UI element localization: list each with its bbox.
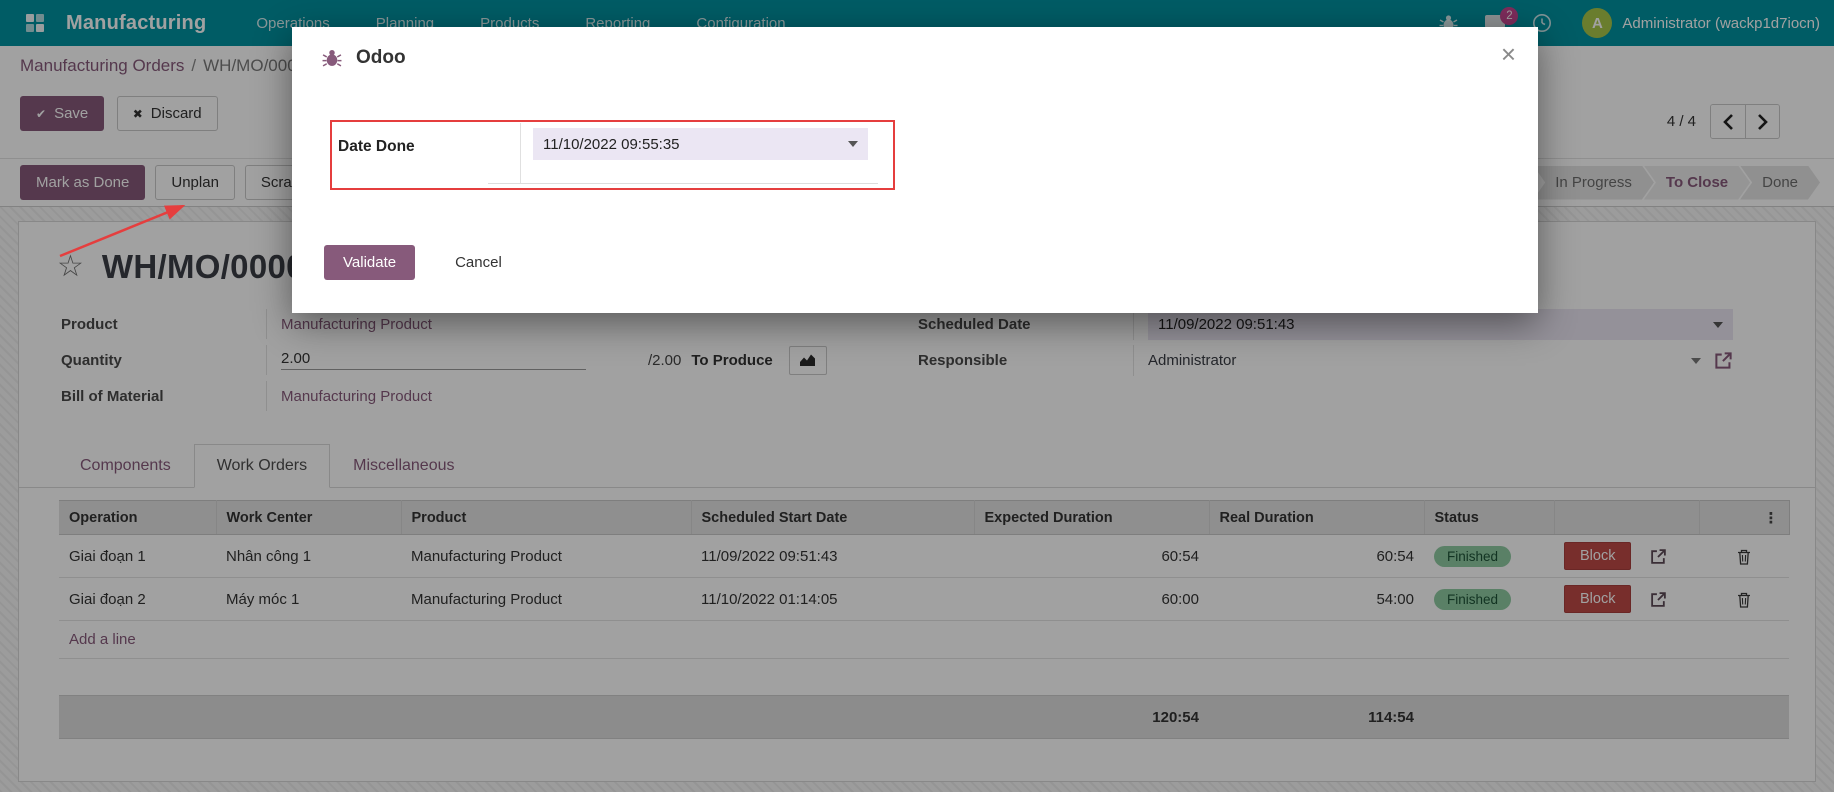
chevron-down-icon xyxy=(848,141,858,147)
date-done-dialog: Odoo × Date Done 11/10/2022 09:55:35 Val… xyxy=(292,27,1538,313)
cancel-button[interactable]: Cancel xyxy=(445,245,512,280)
bug-icon xyxy=(322,48,342,68)
date-done-label: Date Done xyxy=(338,138,415,156)
dialog-header: Odoo × xyxy=(292,27,1538,83)
dialog-footer: Validate Cancel xyxy=(324,245,512,280)
dialog-close-icon[interactable]: × xyxy=(1501,41,1516,67)
validate-button[interactable]: Validate xyxy=(324,245,415,280)
date-done-value: 11/10/2022 09:55:35 xyxy=(543,136,680,153)
field-separator xyxy=(520,123,521,183)
date-done-input[interactable]: 11/10/2022 09:55:35 xyxy=(533,128,868,160)
dialog-title: Odoo xyxy=(356,47,406,69)
field-underline xyxy=(488,183,878,184)
